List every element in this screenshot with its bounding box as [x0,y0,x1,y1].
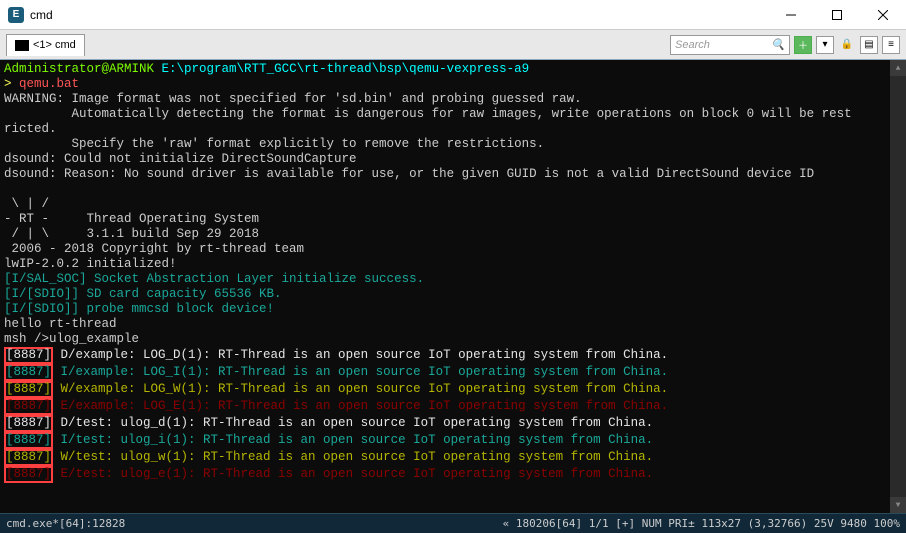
msh-prompt: msh /> [4,332,49,346]
log-message: W/example: LOG_W(1): RT-Thread is an ope… [53,382,668,396]
warn-line: Automatically detecting the format is da… [4,107,902,122]
log-timestamp-highlight: [8887] [4,364,53,381]
log-message: I/example: LOG_I(1): RT-Thread is an ope… [53,365,668,379]
log-timestamp-highlight: [8887] [4,381,53,398]
dropdown-icon: ▾ [822,39,827,50]
log-message: W/test: ulog_w(1): RT-Thread is an open … [53,450,653,464]
hello-line: hello rt-thread [4,317,902,332]
banner-line: - RT - Thread Operating System [4,212,902,227]
log-message: D/example: LOG_D(1): RT-Thread is an ope… [53,348,668,362]
lock-button[interactable]: 🔒 [838,36,856,54]
vertical-scrollbar[interactable]: ▲ ▼ [890,60,906,513]
search-input[interactable]: Search 🔍 [670,35,790,55]
log-line: [8887] E/test: ulog_e(1): RT-Thread is a… [4,466,902,483]
init-sdio2: [I/[SDIO]] probe mmcsd block device! [4,302,902,317]
warn-line: Specify the 'raw' format explicitly to r… [4,137,902,152]
tab-cmd[interactable]: <1> cmd [6,34,85,56]
close-icon [878,10,888,20]
menu-button[interactable]: ≡ [882,36,900,54]
hamburger-icon: ≡ [888,39,894,50]
status-process: cmd.exe*[64]:12828 [6,517,125,530]
log-line: [8887] W/example: LOG_W(1): RT-Thread is… [4,381,902,398]
log-timestamp-highlight: [8887] [4,449,53,466]
search-icon: 🔍 [771,38,785,51]
scroll-down-icon[interactable]: ▼ [890,497,906,513]
status-info: « 180206[64] 1/1 [+] NUM PRI± 113x27 (3,… [503,517,900,530]
banner-line: lwIP-2.0.2 initialized! [4,257,902,272]
init-sal: [I/SAL_SOC] Socket Abstraction Layer ini… [4,272,902,287]
log-message: E/example: LOG_E(1): RT-Thread is an ope… [53,399,668,413]
prompt-path: E:\program\RTT_GCC\rt-thread\bsp\qemu-ve… [162,62,530,76]
banner-line: 2006 - 2018 Copyright by rt-thread team [4,242,902,257]
terminal-pane[interactable]: Administrator@ARMINK E:\program\RTT_GCC\… [0,60,906,513]
log-timestamp-highlight: [8887] [4,432,53,449]
minimize-icon [786,10,796,20]
prompt-cmd: qemu.bat [19,77,79,91]
scroll-up-icon[interactable]: ▲ [890,60,906,76]
log-timestamp-highlight: [8887] [4,347,53,364]
warn-line: dsound: Reason: No sound driver is avail… [4,167,902,182]
window-title: cmd [30,8,768,22]
window-titlebar: E cmd [0,0,906,30]
window-controls [768,0,906,29]
dropdown-button-1[interactable]: ▾ [816,36,834,54]
terminal-icon [15,40,29,51]
close-button[interactable] [860,0,906,29]
banner-line: / | \ 3.1.1 build Sep 29 2018 [4,227,902,242]
log-timestamp-highlight: [8887] [4,398,53,415]
plus-icon: ＋ [798,37,808,52]
new-tab-button[interactable]: ＋ [794,36,812,54]
search-placeholder: Search [675,39,710,51]
log-line: [8887] D/example: LOG_D(1): RT-Thread is… [4,347,902,364]
scroll-track[interactable] [890,76,906,497]
minimize-button[interactable] [768,0,814,29]
app-icon: E [8,7,24,23]
log-timestamp-highlight: [8887] [4,415,53,432]
prompt-userhost: Administrator@ARMINK [4,62,154,76]
log-timestamp-highlight: [8887] [4,466,53,483]
log-line: [8887] I/example: LOG_I(1): RT-Thread is… [4,364,902,381]
init-sdio1: [I/[SDIO]] SD card capacity 65536 KB. [4,287,902,302]
toolbar-right: Search 🔍 ＋ ▾ 🔒 ▤ ≡ [670,35,900,55]
warn-line: WARNING: Image format was not specified … [4,92,902,107]
tab-bar: <1> cmd Search 🔍 ＋ ▾ 🔒 ▤ ≡ [0,30,906,60]
view-list-button[interactable]: ▤ [860,36,878,54]
log-line: [8887] W/test: ulog_w(1): RT-Thread is a… [4,449,902,466]
log-message: E/test: ulog_e(1): RT-Thread is an open … [53,467,653,481]
banner-line: \ | / [4,197,902,212]
lock-icon: 🔒 [841,39,853,50]
warn-line: dsound: Could not initialize DirectSound… [4,152,902,167]
maximize-icon [832,10,842,20]
tab-label: <1> cmd [33,39,76,51]
maximize-button[interactable] [814,0,860,29]
log-message: D/test: ulog_d(1): RT-Thread is an open … [53,416,653,430]
log-line: [8887] E/example: LOG_E(1): RT-Thread is… [4,398,902,415]
warn-line: ricted. [4,122,902,137]
log-line: [8887] D/test: ulog_d(1): RT-Thread is a… [4,415,902,432]
log-line: [8887] I/test: ulog_i(1): RT-Thread is a… [4,432,902,449]
msh-cmd: ulog_example [49,332,139,346]
status-bar: cmd.exe*[64]:12828 « 180206[64] 1/1 [+] … [0,513,906,533]
log-message: I/test: ulog_i(1): RT-Thread is an open … [53,433,653,447]
list-icon: ▤ [864,39,873,50]
